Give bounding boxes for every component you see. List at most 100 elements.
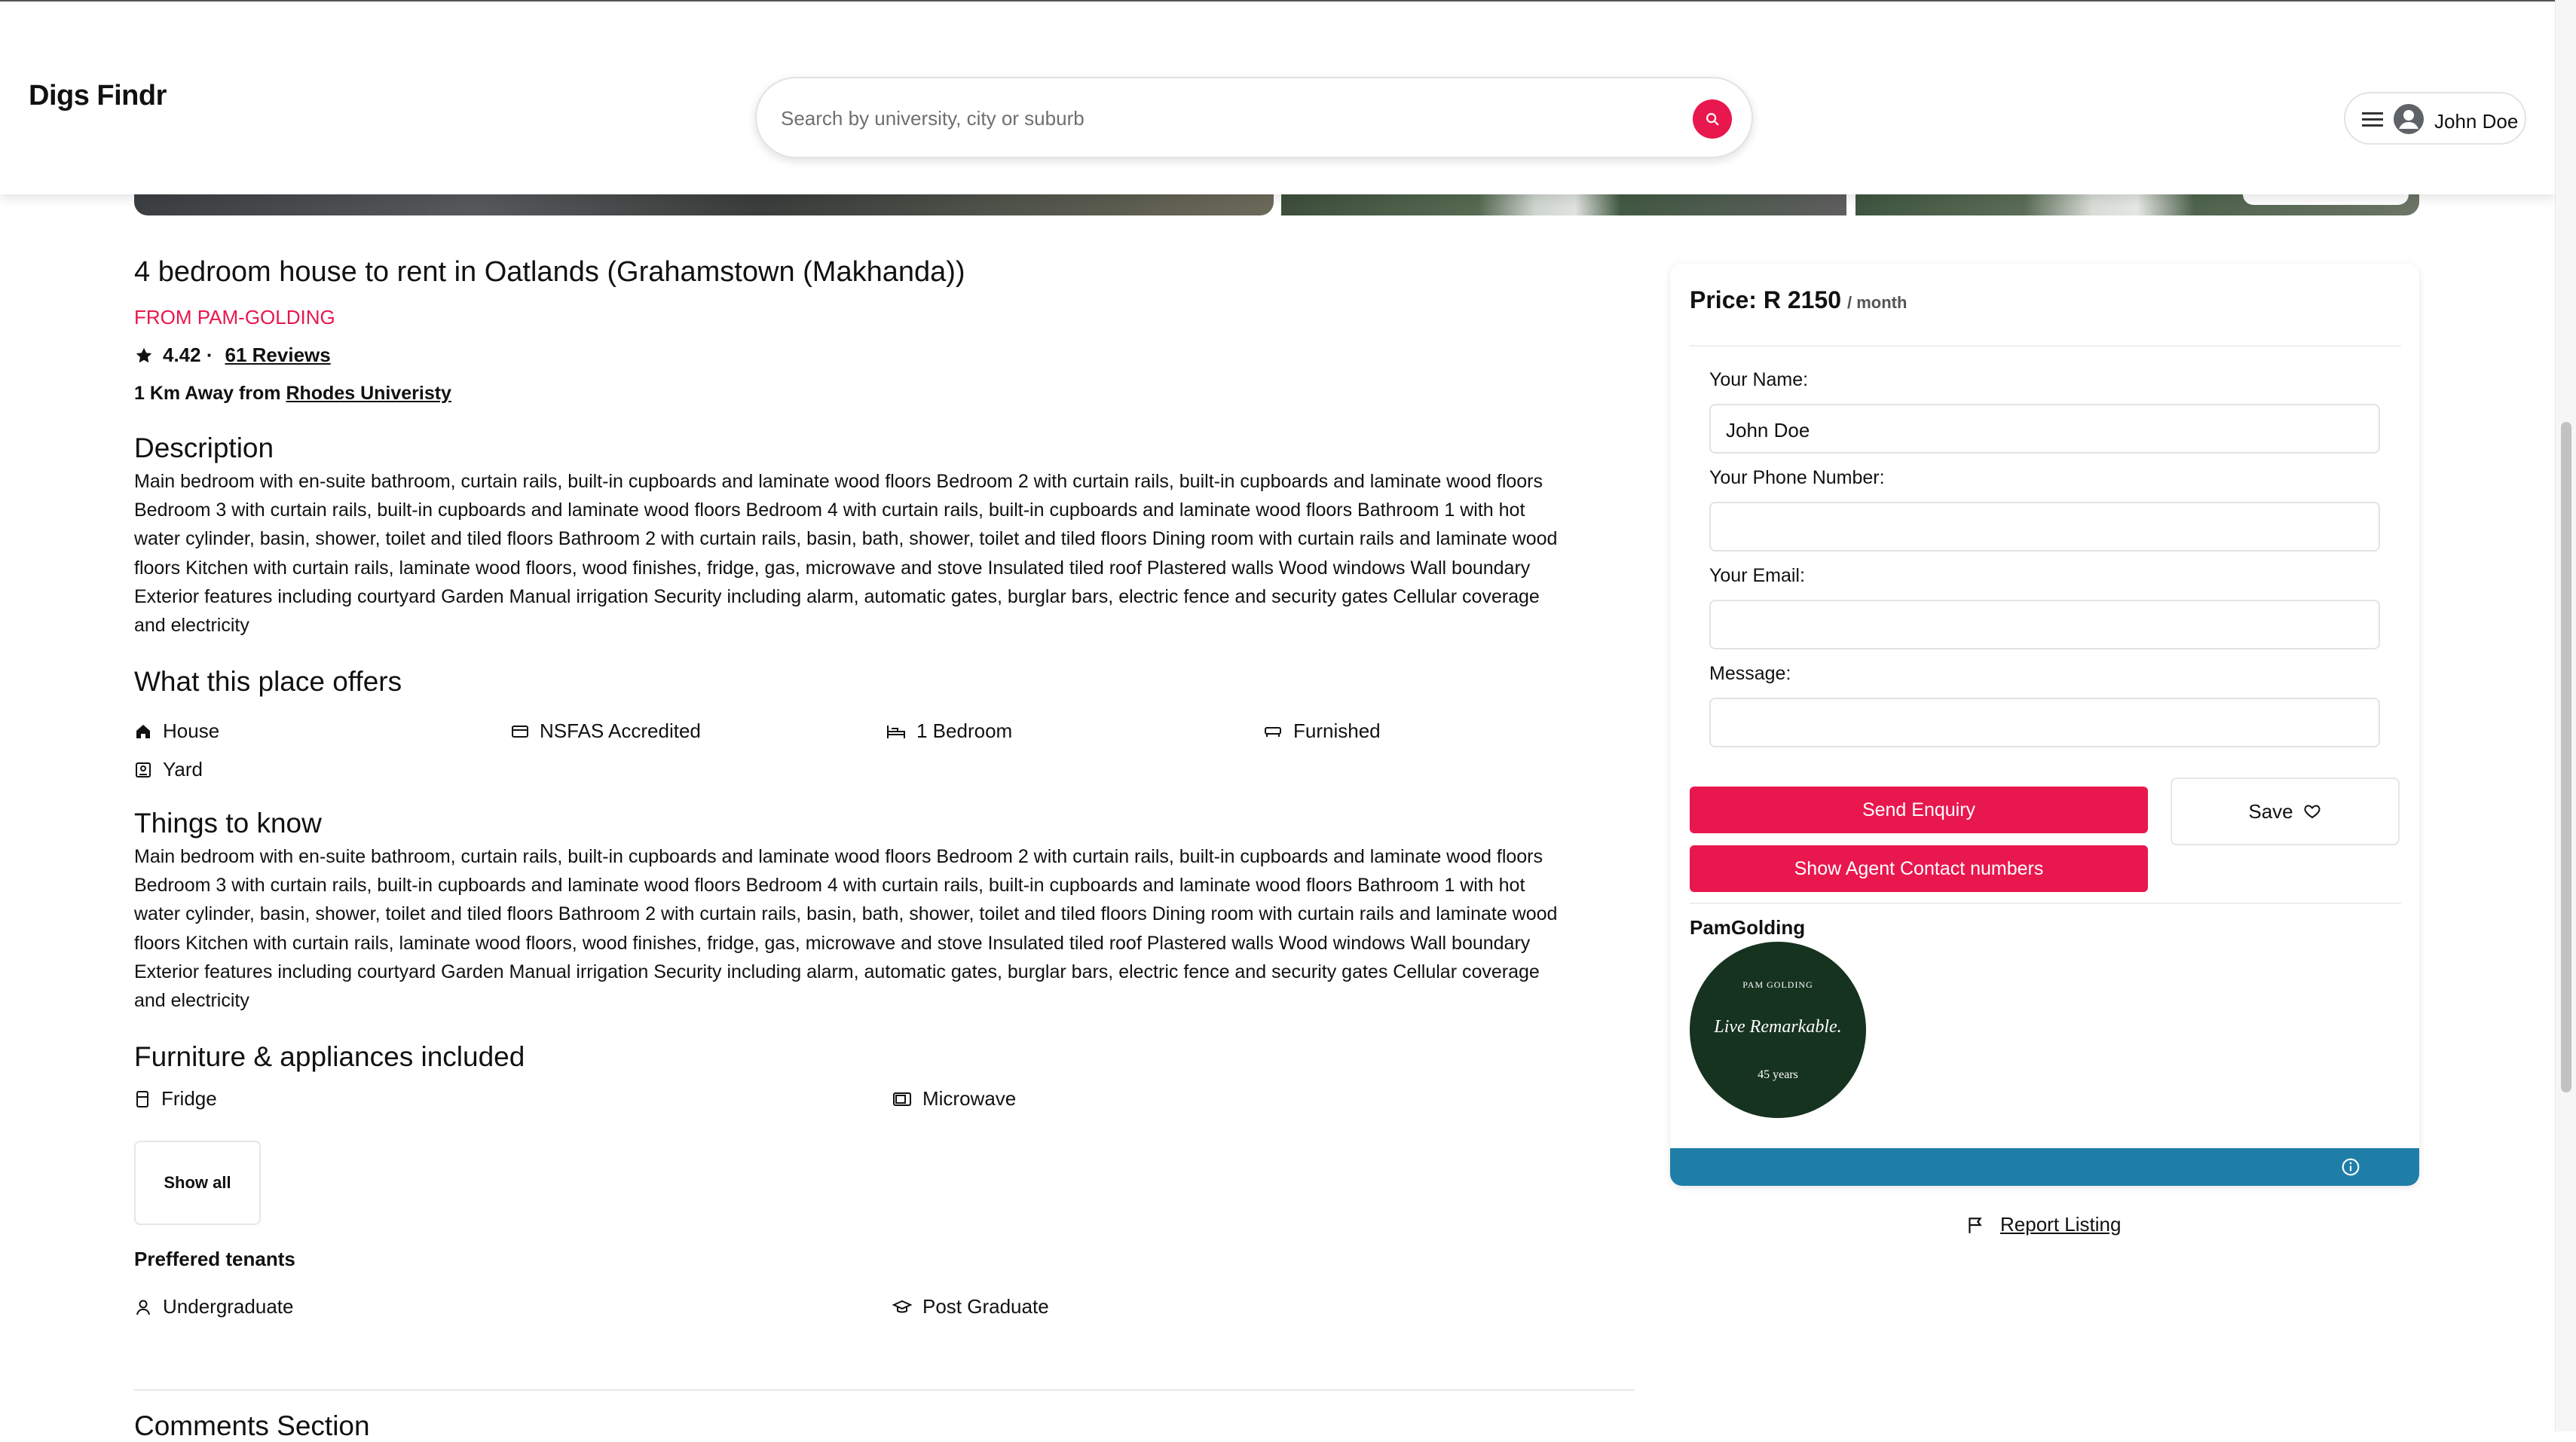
tenants-heading: Preffered tenants	[134, 1248, 295, 1270]
search-icon	[1706, 113, 1719, 126]
microwave-icon	[893, 1092, 911, 1106]
flag-icon	[1969, 1217, 1982, 1233]
enquiry-card: Price: R 2150 / month Your Name: John Doe…	[1670, 264, 2419, 1186]
search-button[interactable]	[1693, 99, 1732, 139]
things-line: water cylinder, basin, shower, toilet an…	[134, 903, 1558, 925]
rating-row: 4.42 · 61 Reviews	[134, 344, 331, 367]
furniture-item: Fridge	[134, 1087, 217, 1111]
description-line: and electricity	[134, 615, 249, 637]
university-link[interactable]: Rhodes Univeristy	[286, 383, 451, 404]
email-field[interactable]	[1709, 600, 2380, 649]
user-menu-button[interactable]: John Doe	[2344, 92, 2526, 145]
description-line: floors Kitchen with curtain rails, lamin…	[134, 557, 1531, 579]
user-name: John Doe	[2434, 110, 2519, 133]
offer-label: Yard	[163, 758, 203, 781]
logo-years: 45 years	[1758, 1068, 1798, 1081]
name-field[interactable]: John Doe	[1709, 404, 2380, 454]
rating-value: 4.42 ·	[163, 344, 213, 366]
tenant-label: Post Graduate	[922, 1295, 1049, 1318]
comments-heading: Comments Section	[134, 1410, 370, 1441]
furniture-item: Microwave	[892, 1087, 1016, 1111]
section-divider	[134, 1389, 1634, 1391]
description-line: water cylinder, basin, shower, toilet an…	[134, 528, 1558, 550]
distance-row: 1 Km Away from Rhodes Univeristy	[134, 383, 451, 405]
scrollbar-thumb[interactable]	[2561, 422, 2571, 1092]
phone-field[interactable]	[1709, 502, 2380, 551]
send-enquiry-button[interactable]: Send Enquiry	[1690, 787, 2148, 833]
things-line: Exterior features including courtyard Ga…	[134, 961, 1540, 982]
things-text: Main bedroom with en-suite bathroom, cur…	[134, 842, 1634, 1015]
things-line: and electricity	[134, 990, 249, 1012]
distance-text: 1 Km Away from	[134, 383, 286, 404]
search-input[interactable]: Search by university, city or suburb	[781, 107, 1085, 130]
card-divider	[1690, 903, 2401, 904]
person-icon	[136, 1300, 150, 1315]
offers-heading: What this place offers	[134, 666, 402, 697]
fridge-icon	[136, 1090, 148, 1107]
furniture-label: Microwave	[922, 1087, 1017, 1110]
price-period: / month	[1847, 293, 1908, 312]
things-line: floors Kitchen with curtain rails, lamin…	[134, 932, 1531, 954]
hamburger-icon	[2362, 112, 2383, 127]
agency-name: PamGolding	[1690, 916, 1806, 939]
window-top-border	[0, 0, 2576, 2]
report-label: Report Listing	[2000, 1213, 2122, 1236]
show-all-button[interactable]: Show all	[134, 1141, 261, 1225]
offer-item: Yard	[134, 758, 203, 781]
message-label: Message:	[1709, 663, 1791, 684]
things-line: Main bedroom with en-suite bathroom, cur…	[134, 846, 1543, 867]
offer-label: House	[163, 719, 220, 742]
graduation-cap-icon	[892, 1300, 912, 1312]
home-icon	[136, 724, 150, 738]
star-icon	[136, 347, 152, 362]
description-text: Main bedroom with en-suite bathroom, cur…	[134, 467, 1634, 640]
offer-label: 1 Bedroom	[916, 719, 1013, 742]
description-heading: Description	[134, 432, 274, 463]
page: Digs Findr Search by university, city or…	[0, 0, 2576, 1441]
description-line: Main bedroom with en-suite bathroom, cur…	[134, 471, 1543, 492]
logo-text: PAM GOLDING	[1742, 979, 1813, 990]
user-avatar-icon	[2394, 104, 2424, 134]
logo-tagline: Live Remarkable.	[1714, 1017, 1842, 1037]
reviews-link[interactable]: 61 Reviews	[225, 344, 331, 367]
sofa-icon	[1265, 726, 1281, 737]
offer-item: 1 Bedroom	[886, 719, 1012, 743]
agency-logo[interactable]: PAM GOLDING Live Remarkable. 45 years	[1690, 942, 1866, 1118]
yard-icon	[136, 762, 151, 778]
description-line: Bedroom 3 with curtain rails, built-in c…	[134, 500, 1525, 521]
show-agent-numbers-button[interactable]: Show Agent Contact numbers	[1690, 845, 2148, 892]
listing-agency: FROM PAM-GOLDING	[134, 306, 335, 328]
things-line: Bedroom 3 with curtain rails, built-in c…	[134, 875, 1525, 897]
listing-title: 4 bedroom house to rent in Oatlands (Gra…	[134, 256, 965, 288]
tenant-label: Undergraduate	[163, 1295, 294, 1318]
phone-label: Your Phone Number:	[1709, 467, 1885, 488]
save-label: Save	[2248, 799, 2293, 823]
email-label: Your Email:	[1709, 565, 1805, 586]
offer-label: NSFAS Accredited	[540, 719, 701, 742]
search-bar[interactable]: Search by university, city or suburb	[755, 77, 1753, 158]
heart-icon	[2304, 805, 2321, 819]
info-icon[interactable]	[2341, 1157, 2360, 1177]
save-button[interactable]: Save	[2171, 778, 2400, 845]
bed-icon	[887, 725, 905, 738]
description-line: Exterior features including courtyard Ga…	[134, 585, 1540, 607]
offer-item: NSFAS Accredited	[511, 719, 701, 743]
report-listing-link[interactable]: Report Listing	[1966, 1213, 2121, 1236]
card-divider	[1690, 345, 2401, 347]
tenant-item: Post Graduate	[892, 1295, 1049, 1318]
price-value: Price: R 2150	[1690, 286, 1842, 313]
furniture-label: Fridge	[161, 1087, 217, 1110]
site-header: Digs Findr Search by university, city or…	[0, 2, 2555, 194]
furniture-heading: Furniture & appliances included	[134, 1041, 525, 1072]
info-bar	[1670, 1148, 2419, 1186]
message-field[interactable]	[1709, 698, 2380, 747]
things-heading: Things to know	[134, 808, 322, 839]
card-icon	[512, 725, 528, 738]
tenant-item: Undergraduate	[134, 1295, 293, 1318]
offer-item: House	[134, 719, 219, 743]
price: Price: R 2150 / month	[1690, 286, 1907, 314]
offer-item: Furnished	[1263, 719, 1381, 743]
site-logo[interactable]: Digs Findr	[29, 80, 167, 112]
name-label: Your Name:	[1709, 369, 1809, 390]
offer-label: Furnished	[1293, 719, 1381, 742]
